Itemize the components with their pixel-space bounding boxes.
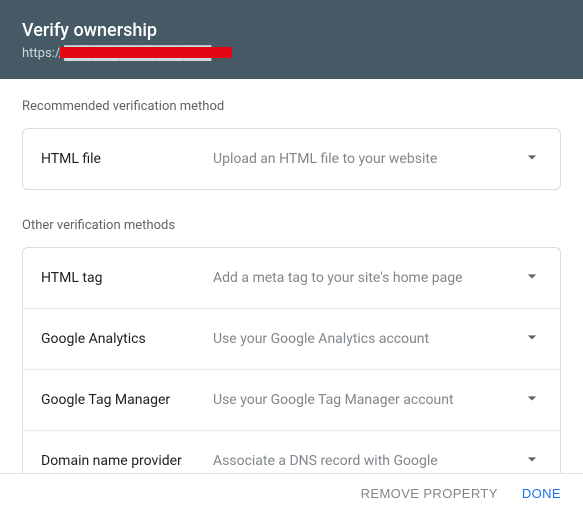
method-name: Google Tag Manager	[41, 392, 213, 408]
dialog-footer: REMOVE PROPERTY DONE	[0, 473, 583, 513]
method-google-tag-manager[interactable]: Google Tag Manager Use your Google Tag M…	[23, 369, 560, 430]
method-desc: Add a meta tag to your site's home page	[213, 270, 512, 286]
other-label: Other verification methods	[22, 218, 561, 233]
method-name: HTML file	[41, 151, 213, 167]
method-html-tag[interactable]: HTML tag Add a meta tag to your site's h…	[23, 248, 560, 308]
method-name: Google Analytics	[41, 331, 213, 347]
method-desc: Use your Google Tag Manager account	[213, 392, 512, 408]
chevron-down-icon	[522, 388, 542, 412]
other-section: Other verification methods HTML tag Add …	[0, 198, 583, 492]
dialog-title: Verify ownership	[22, 20, 561, 41]
method-desc: Upload an HTML file to your website	[213, 151, 512, 167]
chevron-down-icon	[522, 147, 542, 171]
chevron-down-icon	[522, 449, 542, 473]
method-google-analytics[interactable]: Google Analytics Use your Google Analyti…	[23, 308, 560, 369]
method-name: HTML tag	[41, 270, 213, 286]
done-button[interactable]: DONE	[522, 486, 561, 501]
recommended-card: HTML file Upload an HTML file to your we…	[22, 128, 561, 190]
remove-property-button[interactable]: REMOVE PROPERTY	[361, 486, 498, 501]
chevron-down-icon	[522, 327, 542, 351]
method-desc: Associate a DNS record with Google	[213, 453, 512, 469]
recommended-section: Recommended verification method HTML fil…	[0, 79, 583, 190]
redaction-mark	[60, 47, 232, 58]
method-desc: Use your Google Analytics account	[213, 331, 512, 347]
method-name: Domain name provider	[41, 453, 213, 469]
method-html-file[interactable]: HTML file Upload an HTML file to your we…	[23, 129, 560, 189]
dialog-header: Verify ownership https://███████████████…	[0, 0, 583, 79]
property-url: https://████████████████/	[22, 45, 217, 61]
recommended-label: Recommended verification method	[22, 99, 561, 114]
other-card: HTML tag Add a meta tag to your site's h…	[22, 247, 561, 492]
chevron-down-icon	[522, 266, 542, 290]
